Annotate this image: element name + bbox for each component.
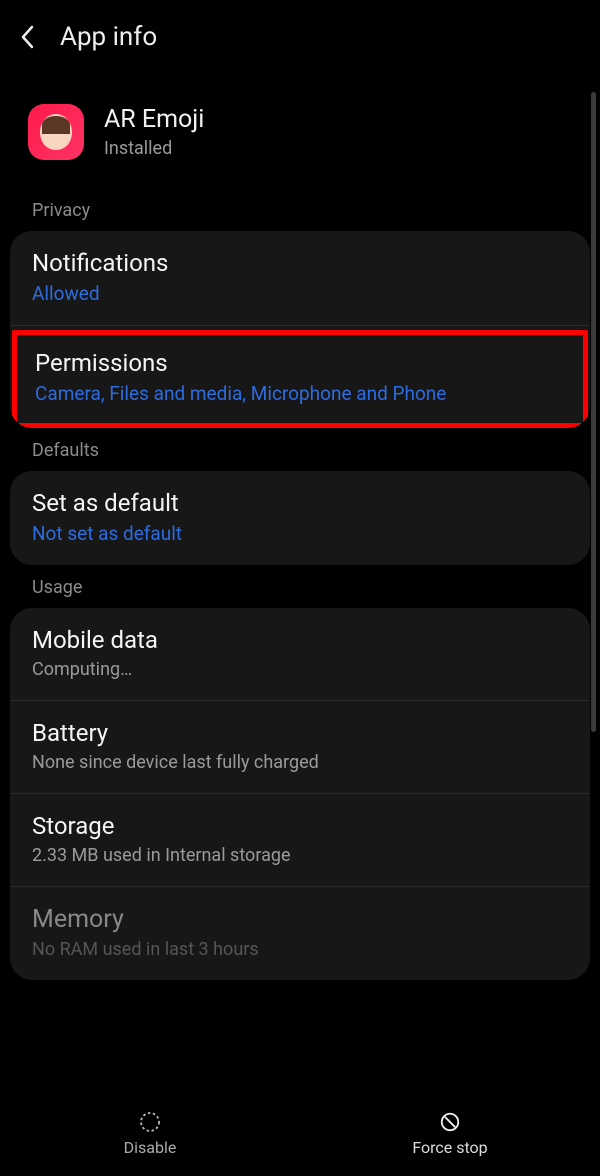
mobile-data-title: Mobile data — [32, 626, 568, 654]
storage-item[interactable]: Storage 2.33 MB used in Internal storage — [10, 794, 590, 886]
battery-item[interactable]: Battery None since device last fully cha… — [10, 701, 590, 793]
app-name: AR Emoji — [104, 105, 204, 134]
memory-item[interactable]: Memory No RAM used in last 3 hours — [10, 887, 590, 980]
battery-title: Battery — [32, 719, 568, 747]
memory-sub: No RAM used in last 3 hours — [32, 939, 568, 960]
app-icon — [28, 104, 84, 160]
app-header: AR Emoji Installed — [10, 74, 590, 188]
permissions-item[interactable]: Permissions Camera, Files and media, Mic… — [17, 335, 583, 423]
usage-card: Mobile data Computing… Battery None sinc… — [10, 608, 590, 980]
disable-button[interactable]: Disable — [0, 1090, 300, 1176]
set-default-sub: Not set as default — [32, 522, 568, 545]
disable-label: Disable — [124, 1138, 177, 1157]
force-stop-icon — [438, 1110, 462, 1134]
mobile-data-item[interactable]: Mobile data Computing… — [10, 608, 590, 700]
set-default-item[interactable]: Set as default Not set as default — [10, 471, 590, 565]
permissions-title: Permissions — [35, 349, 565, 377]
notifications-item[interactable]: Notifications Allowed — [10, 231, 590, 325]
storage-title: Storage — [32, 812, 568, 840]
force-stop-button[interactable]: Force stop — [300, 1090, 600, 1176]
force-stop-label: Force stop — [412, 1138, 487, 1157]
app-status: Installed — [104, 138, 204, 159]
privacy-card: Notifications Allowed Permissions Camera… — [10, 231, 590, 428]
content-fade — [0, 1048, 600, 1084]
divider — [10, 325, 590, 326]
set-default-title: Set as default — [32, 489, 568, 517]
section-label-privacy: Privacy — [10, 188, 590, 231]
section-label-defaults: Defaults — [10, 428, 590, 471]
disable-icon — [138, 1110, 162, 1134]
section-label-usage: Usage — [10, 565, 590, 608]
defaults-card: Set as default Not set as default — [10, 471, 590, 565]
header: App info — [0, 0, 600, 74]
permissions-sub: Camera, Files and media, Microphone and … — [35, 382, 565, 405]
page-title: App info — [60, 22, 157, 52]
storage-sub: 2.33 MB used in Internal storage — [32, 845, 568, 866]
bottom-bar: Disable Force stop — [0, 1090, 600, 1176]
permissions-highlight: Permissions Camera, Files and media, Mic… — [12, 330, 588, 428]
notifications-sub: Allowed — [32, 282, 568, 305]
notifications-title: Notifications — [32, 249, 568, 277]
back-icon[interactable] — [18, 23, 38, 51]
memory-title: Memory — [32, 905, 568, 934]
battery-sub: None since device last fully charged — [32, 752, 568, 773]
mobile-data-sub: Computing… — [32, 659, 568, 680]
